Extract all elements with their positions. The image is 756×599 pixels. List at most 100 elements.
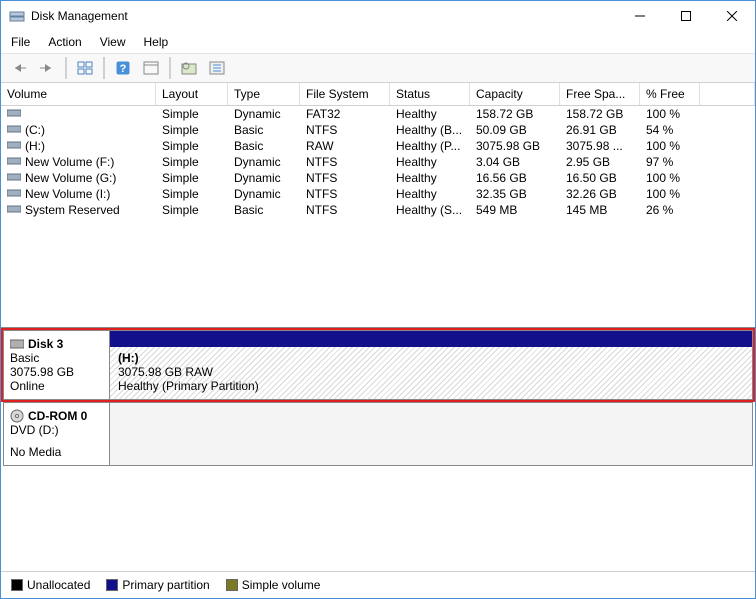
volume-icon <box>7 156 25 166</box>
volume-name: New Volume (G:) <box>25 171 116 185</box>
volume-pct: 54 % <box>640 122 700 138</box>
col-filesystem[interactable]: File System <box>300 83 390 105</box>
volume-icon <box>7 188 25 198</box>
close-button[interactable] <box>709 1 755 31</box>
col-status[interactable]: Status <box>390 83 470 105</box>
separator <box>103 57 105 79</box>
col-layout[interactable]: Layout <box>156 83 228 105</box>
cdrom-icon <box>10 409 24 423</box>
volume-icon <box>7 108 25 118</box>
col-capacity[interactable]: Capacity <box>470 83 560 105</box>
col-spacer <box>700 83 755 105</box>
volume-row[interactable]: New Volume (I:)SimpleDynamicNTFSHealthy3… <box>1 186 755 202</box>
volume-type: Basic <box>228 138 300 154</box>
volume-status: Healthy (P... <box>390 138 470 154</box>
volume-free: 16.50 GB <box>560 170 640 186</box>
volume-status: Healthy <box>390 186 470 202</box>
menu-help[interactable]: Help <box>144 35 169 49</box>
volume-free: 32.26 GB <box>560 186 640 202</box>
menu-file[interactable]: File <box>11 35 30 49</box>
partition-h[interactable]: (H:) 3075.98 GB RAW Healthy (Primary Par… <box>110 347 752 399</box>
volume-name: System Reserved <box>25 203 120 217</box>
col-free[interactable]: Free Spa... <box>560 83 640 105</box>
svg-text:?: ? <box>120 63 127 75</box>
volume-row[interactable]: SimpleDynamicFAT32Healthy158.72 GB158.72… <box>1 106 755 122</box>
properties-button[interactable] <box>139 57 163 79</box>
legend-simple: Simple volume <box>242 578 321 592</box>
volume-pct: 100 % <box>640 106 700 122</box>
volume-row[interactable]: New Volume (G:)SimpleDynamicNTFSHealthy1… <box>1 170 755 186</box>
volume-capacity: 158.72 GB <box>470 106 560 122</box>
volume-pct: 100 % <box>640 170 700 186</box>
menubar: File Action View Help <box>1 31 755 54</box>
cdrom-info: CD-ROM 0 DVD (D:) No Media <box>4 403 110 465</box>
legend-primary: Primary partition <box>122 578 209 592</box>
volume-status: Healthy (S... <box>390 202 470 218</box>
volume-status: Healthy <box>390 106 470 122</box>
volume-free: 145 MB <box>560 202 640 218</box>
volume-capacity: 16.56 GB <box>470 170 560 186</box>
col-type[interactable]: Type <box>228 83 300 105</box>
volume-capacity: 32.35 GB <box>470 186 560 202</box>
disk-graphical-view: Disk 3 Basic 3075.98 GB Online (H:) 3075… <box>1 328 755 571</box>
volume-type: Basic <box>228 122 300 138</box>
volume-layout: Simple <box>156 106 228 122</box>
volume-fs: NTFS <box>300 186 390 202</box>
titlebar[interactable]: Disk Management <box>1 1 755 31</box>
volume-name: (H:) <box>25 139 45 153</box>
volume-name: New Volume (F:) <box>25 155 114 169</box>
volume-name: (C:) <box>25 123 45 137</box>
volume-layout: Simple <box>156 186 228 202</box>
volume-layout: Simple <box>156 122 228 138</box>
volume-pct: 26 % <box>640 202 700 218</box>
back-button[interactable] <box>7 57 31 79</box>
disk-3-info: Disk 3 Basic 3075.98 GB Online <box>4 331 110 399</box>
separator <box>65 57 67 79</box>
maximize-button[interactable] <box>663 1 709 31</box>
volume-icon <box>7 204 25 214</box>
minimize-button[interactable] <box>617 1 663 31</box>
legend: Unallocated Primary partition Simple vol… <box>1 571 755 598</box>
partition-health: Healthy (Primary Partition) <box>118 379 744 393</box>
volume-row[interactable]: (C:)SimpleBasicNTFSHealthy (B...50.09 GB… <box>1 122 755 138</box>
cdrom-0-row[interactable]: CD-ROM 0 DVD (D:) No Media <box>3 402 753 466</box>
cdrom-empty <box>110 403 752 465</box>
volume-icon <box>7 124 25 134</box>
disk-3-size: 3075.98 GB <box>10 365 103 379</box>
volume-fs: NTFS <box>300 202 390 218</box>
help-button[interactable]: ? <box>111 57 135 79</box>
menu-action[interactable]: Action <box>48 35 81 49</box>
col-pctfree[interactable]: % Free <box>640 83 700 105</box>
volume-pct: 100 % <box>640 138 700 154</box>
forward-button[interactable] <box>35 57 59 79</box>
disk-3-partitions: (H:) 3075.98 GB RAW Healthy (Primary Par… <box>110 331 752 399</box>
volume-row[interactable]: System ReservedSimpleBasicNTFSHealthy (S… <box>1 202 755 218</box>
volume-blank-area <box>1 218 755 328</box>
cdrom-status: No Media <box>10 445 103 459</box>
volume-free: 158.72 GB <box>560 106 640 122</box>
volume-row[interactable]: (H:)SimpleBasicRAWHealthy (P...3075.98 G… <box>1 138 755 154</box>
volume-fs: FAT32 <box>300 106 390 122</box>
volume-list[interactable]: Volume Layout Type File System Status Ca… <box>1 83 755 328</box>
volume-layout: Simple <box>156 154 228 170</box>
column-headers[interactable]: Volume Layout Type File System Status Ca… <box>1 83 755 106</box>
action-button[interactable] <box>205 57 229 79</box>
swatch-simple <box>226 579 238 591</box>
col-volume[interactable]: Volume <box>1 83 156 105</box>
volume-fs: NTFS <box>300 170 390 186</box>
disk-icon <box>10 338 24 350</box>
disk-3-row[interactable]: Disk 3 Basic 3075.98 GB Online (H:) 3075… <box>3 330 753 400</box>
volume-type: Dynamic <box>228 154 300 170</box>
volume-free: 2.95 GB <box>560 154 640 170</box>
volume-type: Basic <box>228 202 300 218</box>
volume-fs: RAW <box>300 138 390 154</box>
volume-row[interactable]: New Volume (F:)SimpleDynamicNTFSHealthy3… <box>1 154 755 170</box>
volume-pct: 97 % <box>640 154 700 170</box>
views-button[interactable] <box>73 57 97 79</box>
partition-color-bar <box>110 331 752 347</box>
volume-status: Healthy <box>390 170 470 186</box>
volume-icon <box>7 140 25 150</box>
refresh-button[interactable] <box>177 57 201 79</box>
menu-view[interactable]: View <box>100 35 126 49</box>
volume-free: 3075.98 ... <box>560 138 640 154</box>
